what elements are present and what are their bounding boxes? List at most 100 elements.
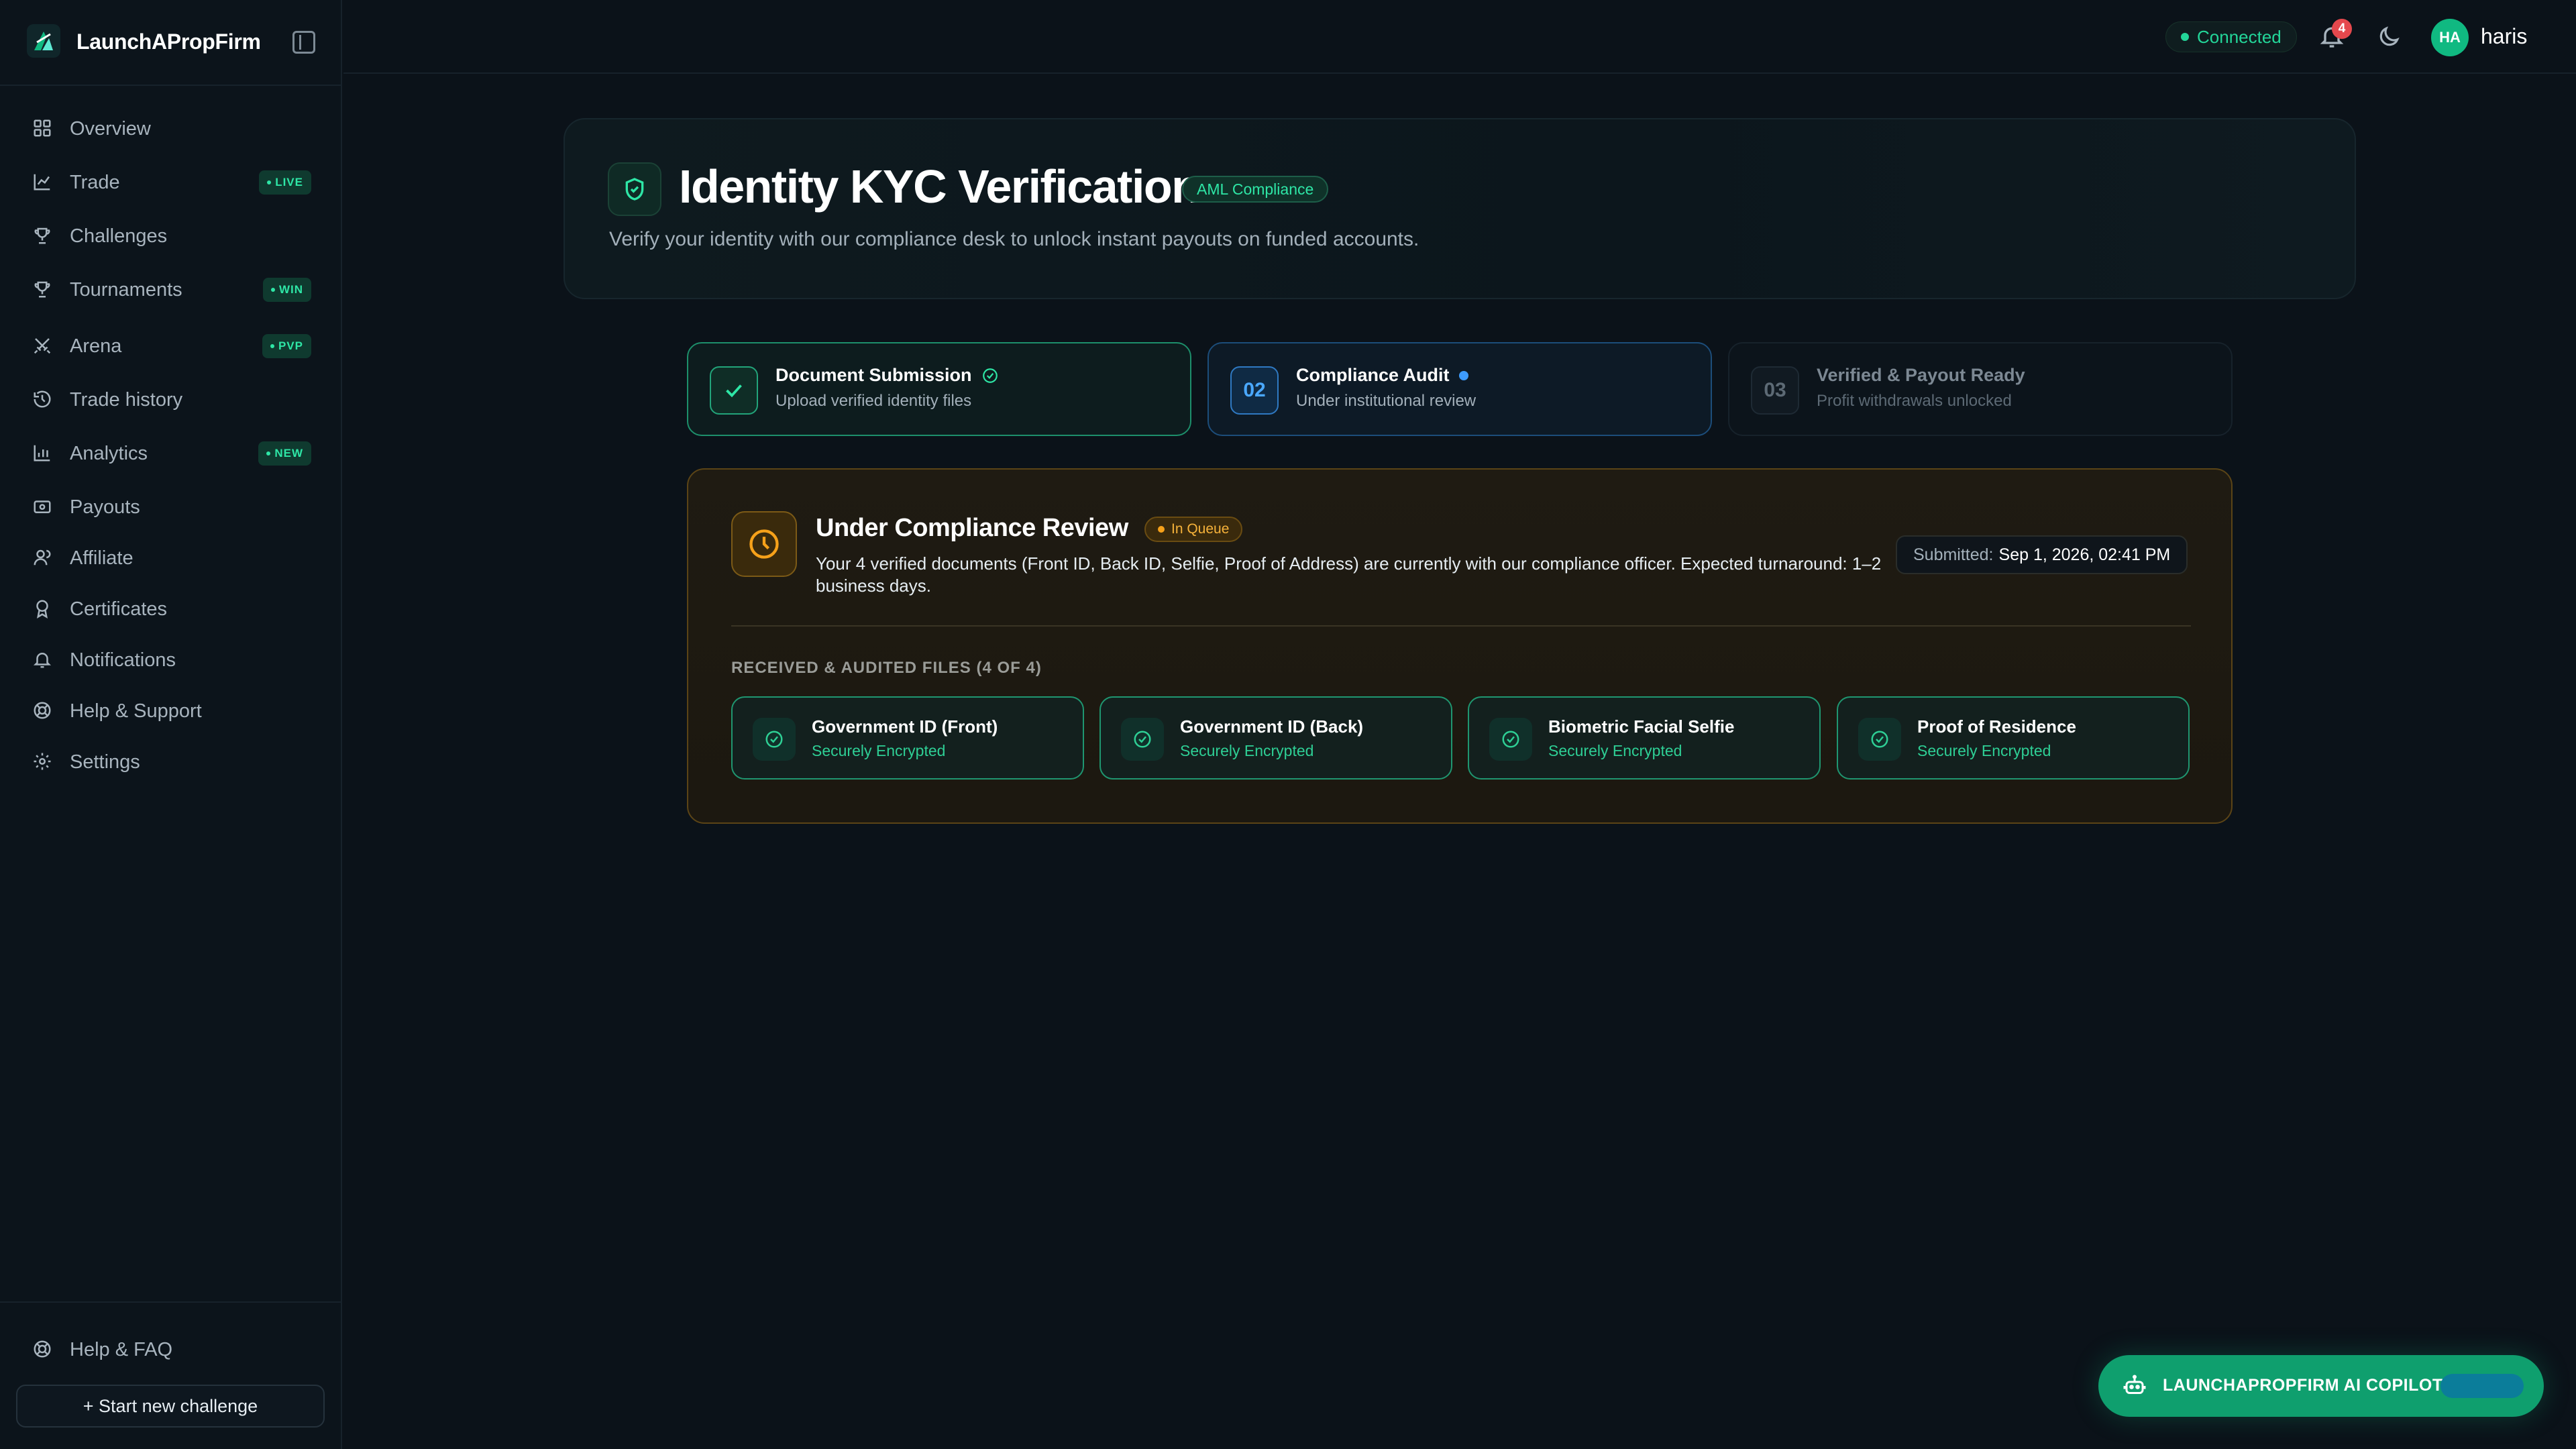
step-subtitle: Under institutional review (1296, 392, 1477, 410)
status-dot-icon (2181, 33, 2189, 41)
sidebar-collapse-icon[interactable] (292, 31, 315, 54)
theme-toggle-moon-icon[interactable] (2376, 24, 2403, 51)
divider (731, 625, 2191, 627)
lifebuoy-icon (32, 1339, 52, 1359)
trophy-icon (32, 279, 52, 299)
brand-header: LaunchAPropFirm (0, 0, 342, 86)
file-card-government-id-back[interactable]: Government ID (Back) Securely Encrypted (1099, 696, 1452, 780)
sidebar-item-affiliate[interactable]: Affiliate (17, 537, 325, 578)
start-new-challenge-button[interactable]: + Start new challenge (16, 1385, 325, 1428)
check-icon (710, 366, 758, 415)
shield-check-icon (608, 162, 661, 216)
pvp-badge: PVP (262, 334, 311, 358)
step-title: Verified & Payout Ready (1817, 365, 2025, 385)
sidebar-item-label: Affiliate (70, 547, 133, 569)
connection-status-badge: Connected (2165, 21, 2297, 52)
sidebar-item-trade-history[interactable]: Trade history (17, 378, 325, 420)
step-number: 02 (1230, 366, 1279, 415)
sidebar-item-label: Analytics (70, 443, 148, 464)
app-root: LaunchAPropFirm Overview Trade LIVE Chal… (0, 0, 2576, 1449)
connection-status-label: Connected (2197, 26, 2282, 47)
step-document-submission[interactable]: Document Submission Upload verified iden… (687, 342, 1191, 436)
robot-icon (2123, 1374, 2147, 1398)
sidebar-item-analytics[interactable]: Analytics NEW (17, 432, 325, 474)
copilot-toggle[interactable] (2440, 1374, 2524, 1398)
step-subtitle: Profit withdrawals unlocked (1817, 392, 2012, 410)
in-queue-badge: In Queue (1144, 517, 1243, 542)
sidebar-item-help-faq[interactable]: Help & FAQ (17, 1328, 325, 1370)
file-status: Securely Encrypted (812, 742, 946, 759)
swords-icon (32, 335, 52, 356)
step-verified-payout[interactable]: 03 Verified & Payout Ready Profit withdr… (1728, 342, 2233, 436)
file-card-government-id-front[interactable]: Government ID (Front) Securely Encrypted (731, 696, 1084, 780)
step-title: Compliance Audit (1296, 365, 1468, 386)
step-title: Document Submission (775, 365, 999, 386)
history-icon (32, 389, 52, 409)
sidebar-item-settings[interactable]: Settings (17, 741, 325, 782)
file-card-biometric-selfie[interactable]: Biometric Facial Selfie Securely Encrypt… (1468, 696, 1821, 780)
sidebar-item-label: Trade history (70, 389, 183, 411)
sidebar-item-payouts[interactable]: Payouts (17, 486, 325, 527)
ai-copilot-button[interactable]: LAUNCHAPROPFIRM AI COPILOT (2098, 1355, 2544, 1417)
circle-check-icon (1121, 718, 1164, 761)
review-description: Your 4 verified documents (Front ID, Bac… (816, 553, 1882, 596)
sidebar-item-label: Help & Support (70, 700, 202, 722)
sidebar-item-tournaments[interactable]: Tournaments WIN (17, 268, 325, 310)
file-name: Government ID (Back) (1180, 716, 1364, 737)
sidebar-item-label: Help & FAQ (70, 1339, 173, 1360)
file-card-proof-of-residence[interactable]: Proof of Residence Securely Encrypted (1837, 696, 2190, 780)
file-name: Proof of Residence (1917, 716, 2076, 737)
file-status: Securely Encrypted (1917, 742, 2051, 759)
page-subtitle: Verify your identity with our compliance… (609, 228, 1419, 250)
sidebar-item-label: Certificates (70, 598, 168, 620)
brand-name[interactable]: LaunchAPropFirm (76, 30, 261, 54)
award-icon (32, 598, 52, 619)
sidebar-item-label: Overview (70, 118, 151, 140)
sidebar-item-overview[interactable]: Overview (17, 107, 325, 149)
users-icon (32, 547, 52, 568)
bell-icon (32, 649, 52, 669)
file-status: Securely Encrypted (1180, 742, 1314, 759)
submitted-timestamp: Submitted: Sep 1, 2026, 02:41 PM (1896, 535, 2188, 574)
step-compliance-audit[interactable]: 02 Compliance Audit Under institutional … (1208, 342, 1712, 436)
review-title: Under Compliance Review (816, 514, 1128, 542)
sidebar-item-challenges[interactable]: Challenges (17, 215, 325, 256)
active-dot-icon (1458, 370, 1468, 380)
step-number: 03 (1751, 366, 1799, 415)
live-badge: LIVE (259, 170, 311, 195)
compliance-review-panel: Under Compliance Review In Queue Your 4 … (687, 468, 2233, 824)
grid-icon (32, 118, 52, 138)
sidebar-item-notifications[interactable]: Notifications (17, 639, 325, 680)
sidebar-item-certificates[interactable]: Certificates (17, 588, 325, 629)
username-label[interactable]: haris (2481, 24, 2527, 49)
brand-logo-icon[interactable] (27, 24, 60, 58)
file-name: Biometric Facial Selfie (1548, 716, 1735, 737)
files-heading: RECEIVED & AUDITED FILES (4 OF 4) (731, 659, 1042, 677)
sidebar-item-trade[interactable]: Trade LIVE (17, 161, 325, 203)
circle-check-icon (753, 718, 796, 761)
circle-check-icon (982, 368, 998, 383)
file-name: Government ID (Front) (812, 716, 998, 737)
sidebar-item-label: Notifications (70, 649, 176, 671)
sidebar-item-help-support[interactable]: Help & Support (17, 690, 325, 731)
win-badge: WIN (262, 278, 311, 302)
sidebar-item-label: Trade (70, 172, 120, 193)
sidebar-item-label: Arena (70, 335, 122, 357)
user-avatar[interactable]: HA (2431, 19, 2469, 56)
sidebar-item-label: Tournaments (70, 279, 182, 301)
sidebar-item-arena[interactable]: Arena PVP (17, 325, 325, 366)
bar-chart-icon (32, 443, 52, 463)
circle-check-icon (1489, 718, 1532, 761)
aml-compliance-badge: AML Compliance (1182, 176, 1329, 203)
sidebar-footer: Help & FAQ + Start new challenge (0, 1301, 342, 1449)
wallet-icon (32, 496, 52, 517)
topbar: Connected 4 HA haris (343, 0, 2576, 74)
sidebar-item-label: Payouts (70, 496, 140, 518)
chart-icon (32, 172, 52, 192)
clock-icon (731, 511, 797, 577)
page-title: Identity KYC Verification (679, 160, 1200, 213)
notification-count-badge: 4 (2332, 19, 2352, 39)
lifebuoy-icon (32, 700, 52, 720)
circle-check-icon (1858, 718, 1901, 761)
new-badge: NEW (258, 441, 311, 466)
